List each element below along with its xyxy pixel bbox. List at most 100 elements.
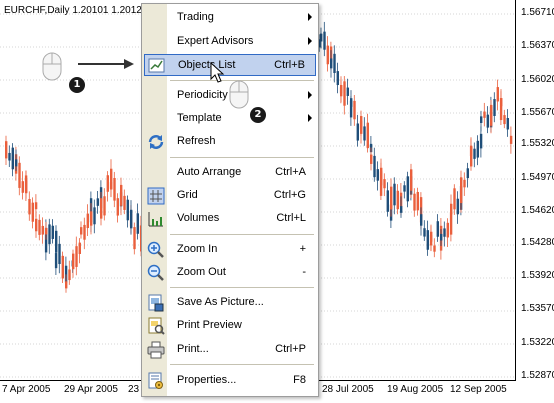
candle-body [130,209,133,229]
menu-item-label: Print Preview [177,319,242,331]
menu-item-print[interactable]: Print... Ctrl+P [144,339,316,361]
menu-item-label: Template [177,112,222,124]
volumes-icon [147,210,165,228]
chart-title: EURCHF,Daily 1.20101 1.2012 [4,5,142,16]
candle-body [133,227,136,250]
zoom-out-icon [147,264,165,282]
candle-body [58,243,61,265]
candle-body [503,115,506,125]
menu-item-label: Volumes [177,212,220,224]
candle-body [21,181,24,193]
menu-item-label: Refresh [177,135,216,147]
candle-body [83,224,86,240]
candle-body [403,185,406,192]
candle-body [400,206,403,213]
candle-body [34,202,38,210]
menu-item-zoom-out[interactable]: Zoom Out - [144,262,316,284]
menu-item-shortcut: Ctrl+A [275,166,306,178]
candle-body [35,218,38,232]
candle-body [413,193,416,211]
menu-item-grid[interactable]: Grid Ctrl+G [144,185,316,207]
menu-item-shortcut: + [299,243,306,255]
menu-item-expert-advisors[interactable]: Expert Advisors [144,31,316,53]
mouse-cursor-icon [210,62,225,83]
menu-item-volumes[interactable]: Volumes Ctrl+L [144,208,316,230]
price-tick-label: 1.53920 [521,270,554,281]
menu-item-auto-arrange[interactable]: Auto Arrange Ctrl+A [144,162,316,184]
candle-body [25,180,28,194]
candle-body [376,169,379,181]
candle-body [55,230,58,253]
candle-body [86,213,89,229]
candle-body [18,162,21,188]
menu-item-trading[interactable]: Trading [144,7,316,29]
candle-body [61,255,64,279]
candle-body [80,227,83,235]
candle-body [423,228,426,237]
candle-body [126,199,129,221]
candle-body [506,118,509,130]
menu-item-refresh[interactable]: Refresh [144,131,316,153]
menu-separator [170,234,314,235]
candle-body [486,114,489,128]
candle-body [103,196,106,216]
candle-body [38,219,41,235]
menu-item-objects-list[interactable]: Objects List Ctrl+B [144,54,316,76]
mouse-icon [229,80,249,109]
menu-item-zoom-in[interactable]: Zoom In + [144,239,316,261]
grid-icon [147,187,165,205]
price-tick-label: 1.53220 [521,337,554,348]
candle-body [113,177,116,201]
candle-body [8,152,11,161]
candle-body [500,98,503,107]
candle-body [386,190,389,212]
menu-item-print-preview[interactable]: Print Preview [144,315,316,337]
candle-body [450,203,453,215]
candle-body [51,225,54,239]
menu-item-label: Save As Picture... [177,296,264,308]
candle-body [110,168,113,190]
date-tick-label: 19 Aug 2005 [387,384,444,395]
menu-item-label: Print... [177,343,209,355]
candle-body [68,269,71,281]
candle-body [373,155,376,178]
submenu-arrow-icon [308,13,312,21]
candle-body [72,253,75,270]
candle-body [326,45,329,65]
menu-item-shortcut: Ctrl+G [273,189,306,201]
candle-body [15,159,18,167]
candle-body [350,98,353,107]
candle-body [430,231,433,242]
candle-body [11,147,14,170]
step-badge-2: 2 [250,107,266,123]
date-tick-label: 28 Jul 2005 [322,384,374,395]
candle-body [436,221,439,237]
submenu-arrow-icon [308,37,312,45]
price-tick-label: 1.54620 [521,205,554,216]
menu-item-label: Zoom In [177,243,218,255]
candle-body [41,225,44,235]
candle-body [75,246,78,267]
candle-body [443,228,446,237]
menu-item-label: Properties... [177,374,237,386]
menu-item-shortcut: - [302,266,306,278]
submenu-arrow-icon [308,91,312,99]
chart-context-menu[interactable]: Trading Expert Advisors Objects List Ctrl+B… [141,3,319,397]
price-tick-label: 1.56370 [521,40,554,51]
candle-body [479,133,483,149]
candle-body [446,222,449,238]
candle-body [65,281,68,289]
menu-item-shortcut: F8 [293,374,306,386]
candle-body [496,87,499,102]
candle-body [93,207,96,225]
menu-item-properties[interactable]: Properties... F8 [144,370,316,392]
candle-body [380,167,383,186]
refresh-icon [147,133,165,151]
candle-body [90,211,93,226]
candle-body [136,213,139,234]
candle-body [116,198,119,216]
candle-body [96,198,99,206]
menu-item-template[interactable]: Template [144,108,316,130]
menu-item-save-as-picture[interactable]: Save As Picture... [144,292,316,314]
candle-body [466,168,469,179]
